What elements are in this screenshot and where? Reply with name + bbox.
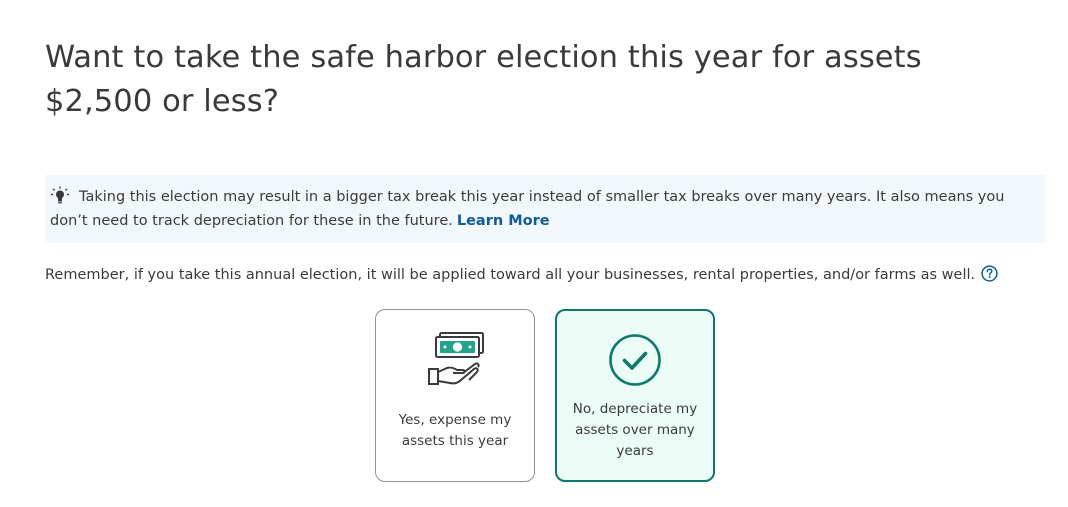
lightbulb-icon bbox=[51, 186, 69, 204]
choice-yes-label: Yes, expense my assets this year bbox=[398, 412, 512, 449]
cash-in-hand-icon bbox=[428, 332, 484, 385]
election-page: Want to take the safe harbor election th… bbox=[45, 0, 1045, 283]
reminder-text: Remember, if you take this annual electi… bbox=[45, 267, 976, 283]
choice-yes-expense-button[interactable]: Yes, expense my assets this year bbox=[375, 309, 535, 482]
choice-no-depreciate-button[interactable]: No, depreciate my assets over many years bbox=[555, 309, 715, 482]
reminder-text-block: Remember, if you take this annual electi… bbox=[45, 263, 1045, 287]
page-title: Want to take the safe harbor election th… bbox=[45, 40, 922, 119]
learn-more-link[interactable]: Learn More bbox=[457, 213, 550, 229]
tip-banner: Taking this election may result in a big… bbox=[45, 175, 1045, 243]
checkmark-circle-icon bbox=[609, 334, 661, 386]
choice-no-label: No, depreciate my assets over many years bbox=[572, 401, 698, 459]
help-circle-icon[interactable] bbox=[981, 265, 998, 282]
